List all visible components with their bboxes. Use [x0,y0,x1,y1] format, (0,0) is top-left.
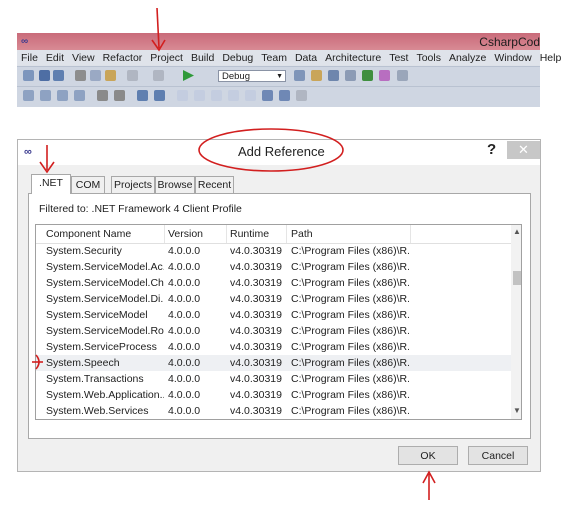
arrow-to-ok-button-icon [422,470,436,500]
arrow-to-system-speech-icon [32,354,43,370]
arrow-to-project-menu-icon [151,7,166,52]
annotation-layer [32,7,436,500]
title-circle-annotation [198,128,344,172]
tab-net[interactable]: .NET [31,174,71,194]
arrow-to-net-tab-icon [39,145,55,174]
